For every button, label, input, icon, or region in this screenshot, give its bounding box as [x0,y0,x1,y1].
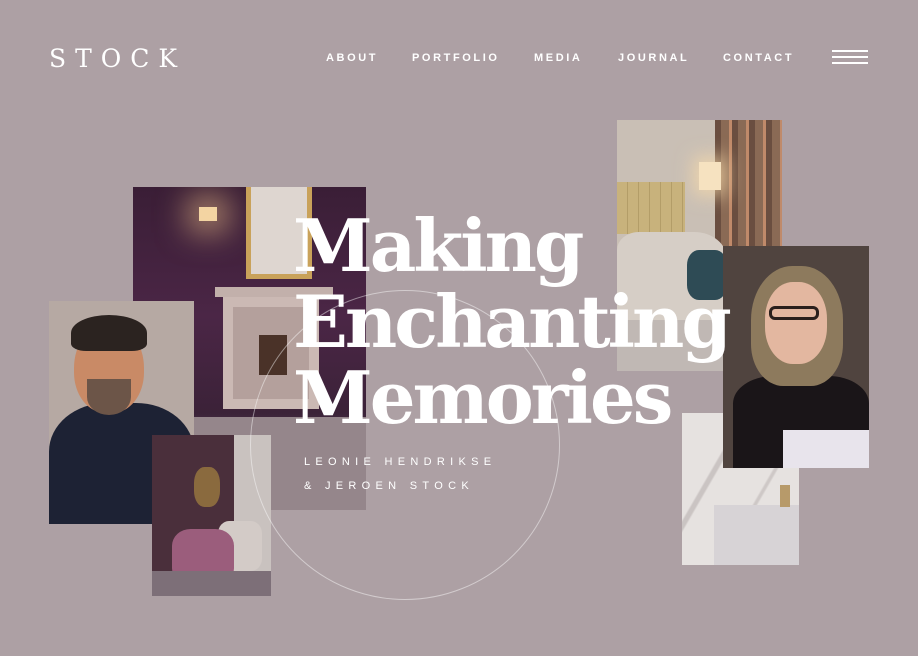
name-line: LEONIE HENDRIKSE [304,456,497,468]
headline-line: Making [293,203,584,288]
main-nav: ABOUT PORTFOLIO MEDIA JOURNAL CONTACT [0,52,918,66]
hero-headline: Making Enchanting Memories [293,203,732,440]
hero-names: LEONIE HENDRIKSE & JEROEN STOCK [304,450,496,498]
nav-journal[interactable]: JOURNAL [618,52,689,64]
leonie-portrait-photo [723,246,869,468]
nav-about[interactable]: ABOUT [326,52,378,64]
headline-line: Enchanting [293,279,732,364]
hamburger-icon[interactable] [832,50,868,66]
nav-portfolio[interactable]: PORTFOLIO [412,52,500,64]
nav-contact[interactable]: CONTACT [723,52,794,64]
name-line: & JEROEN STOCK [304,480,474,492]
headline-line: Memories [293,355,673,440]
nav-media[interactable]: MEDIA [534,52,582,64]
